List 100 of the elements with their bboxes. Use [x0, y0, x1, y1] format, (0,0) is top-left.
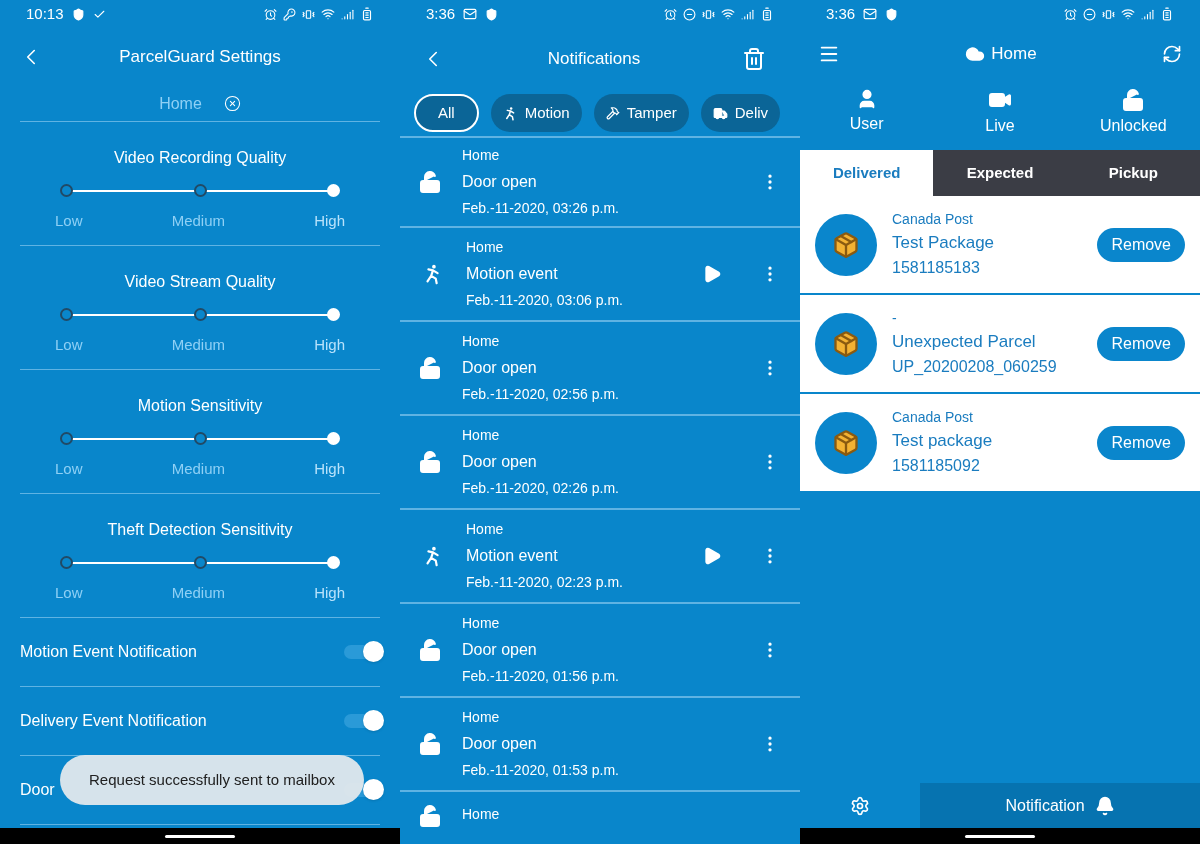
- slider-stop[interactable]: [193, 432, 207, 445]
- unlocked-padlock-icon: [418, 170, 442, 194]
- slider-stop[interactable]: [193, 308, 207, 321]
- wifi-icon: [1121, 7, 1135, 21]
- mail-icon: [863, 7, 878, 21]
- remove-button[interactable]: Remove: [1097, 227, 1185, 262]
- tab[interactable]: Pickup: [1066, 150, 1200, 196]
- screen-title: Notifications: [546, 48, 642, 71]
- event-time: Feb.-11-2020, 02:26 p.m.: [462, 479, 620, 498]
- wifi-icon: [721, 7, 735, 21]
- mail-icon: [463, 7, 478, 21]
- shield-icon: [71, 7, 85, 21]
- slider-label: Medium: [171, 211, 225, 231]
- play-icon[interactable]: [702, 264, 722, 284]
- shield-icon: [485, 7, 499, 21]
- slider-label: Low: [55, 211, 83, 231]
- do-not-disturb-icon: [683, 7, 696, 21]
- wifi-icon: [321, 7, 335, 21]
- package-name: Test package: [892, 430, 994, 453]
- event-location: Home: [462, 805, 501, 824]
- slider-stop[interactable]: [193, 184, 207, 197]
- vibrate-icon: [702, 7, 715, 21]
- alarm-icon: [1064, 7, 1077, 21]
- bell-icon: [1094, 795, 1115, 816]
- slider-label: Low: [55, 459, 83, 479]
- trash-icon[interactable]: [742, 47, 766, 71]
- quality-slider[interactable]: [60, 308, 340, 322]
- slider-label: High: [314, 335, 345, 355]
- unlocked-padlock-icon: [418, 450, 442, 474]
- key-icon: [283, 7, 296, 21]
- slider-stop[interactable]: [60, 308, 73, 321]
- shield-icon: [885, 7, 899, 21]
- event-location: Home: [466, 520, 505, 539]
- package-card[interactable]: Canada Post Test Package 1581185183 Remove: [800, 196, 1200, 295]
- event-title: Motion event: [466, 264, 559, 284]
- slider-title: Video Stream Quality: [124, 272, 276, 292]
- nav-button[interactable]: Live: [933, 80, 1067, 150]
- event-time: Feb.-11-2020, 01:53 p.m.: [462, 761, 620, 780]
- gear-icon: [850, 795, 870, 816]
- event-location: Home: [462, 426, 501, 445]
- quality-slider[interactable]: [60, 184, 340, 198]
- nav-button[interactable]: User: [800, 80, 934, 150]
- battery-icon: [760, 7, 774, 21]
- package-name: Test Package: [892, 232, 996, 255]
- remove-button[interactable]: Remove: [1097, 425, 1185, 460]
- alarm-icon: [664, 7, 677, 21]
- signal-icon: [741, 7, 754, 21]
- event-title: Motion event: [466, 546, 559, 566]
- event-time: Feb.-11-2020, 01:56 p.m.: [462, 667, 620, 686]
- event-location: Home: [462, 332, 501, 351]
- home-indicator[interactable]: [165, 834, 235, 838]
- event-location: Home: [462, 708, 501, 727]
- location-field[interactable]: Home: [159, 91, 202, 116]
- carrier-name: -: [892, 309, 898, 329]
- remove-button[interactable]: Remove: [1097, 326, 1185, 361]
- event-title: Door open: [462, 452, 538, 472]
- slider-stop[interactable]: [193, 556, 207, 569]
- slider-stop[interactable]: [60, 184, 73, 197]
- slider-stop[interactable]: [60, 556, 73, 569]
- event-location: Home: [462, 614, 501, 633]
- event-time: Feb.-11-2020, 03:06 p.m.: [466, 291, 624, 310]
- quality-slider[interactable]: [60, 432, 340, 446]
- play-icon[interactable]: [702, 546, 722, 566]
- filter-chip[interactable]: Motion: [490, 94, 582, 132]
- filter-chip[interactable]: All: [414, 94, 479, 132]
- slider-stop[interactable]: [60, 432, 73, 445]
- bottom-nav-item[interactable]: Notification: [920, 783, 1200, 828]
- filter-chip[interactable]: Tamper: [593, 94, 689, 132]
- slider-title: Motion Sensitivity: [137, 396, 263, 416]
- carrier-name: Canada Post: [892, 210, 974, 230]
- slider-title: Video Recording Quality: [113, 148, 287, 168]
- unlocked-padlock-icon: [418, 732, 442, 756]
- slider-title: Theft Detection Sensitivity: [107, 520, 293, 540]
- home-indicator[interactable]: [965, 834, 1035, 838]
- status-time: 3:36: [426, 3, 456, 24]
- package-card[interactable]: - Unexpected Parcel UP_20200208_060259 Remove: [800, 295, 1200, 394]
- toggle-label: Motion Event Notification: [20, 642, 197, 662]
- package-name: Unexpected Parcel: [892, 331, 1037, 354]
- tab[interactable]: Expected: [933, 150, 1067, 196]
- toggle-label: Delivery Event Notification: [20, 711, 207, 731]
- tab[interactable]: Delivered: [800, 150, 934, 196]
- filter-chip[interactable]: Deliv: [700, 94, 781, 132]
- unlocked-padlock-icon: [418, 356, 442, 380]
- quality-slider[interactable]: [60, 556, 340, 570]
- refresh-icon[interactable]: [1162, 44, 1182, 64]
- nav-button[interactable]: Unlocked: [1066, 80, 1200, 150]
- package-card[interactable]: Canada Post Test package 1581185092 Remove: [800, 394, 1200, 493]
- hammer-icon: [605, 106, 620, 120]
- cloud-icon: [965, 44, 986, 64]
- clear-icon[interactable]: [223, 95, 241, 112]
- slider-label: Medium: [171, 459, 225, 479]
- event-title: Door open: [462, 734, 538, 754]
- slider-label: Low: [55, 583, 83, 603]
- slider-label: Low: [55, 335, 83, 355]
- unlocked-padlock-icon: [418, 638, 442, 662]
- carrier-name: Canada Post: [892, 408, 974, 428]
- vibrate-icon: [302, 7, 315, 21]
- event-title: Door open: [462, 640, 538, 660]
- event-title: Door open: [462, 358, 538, 378]
- toggle-label: Door: [20, 780, 55, 800]
